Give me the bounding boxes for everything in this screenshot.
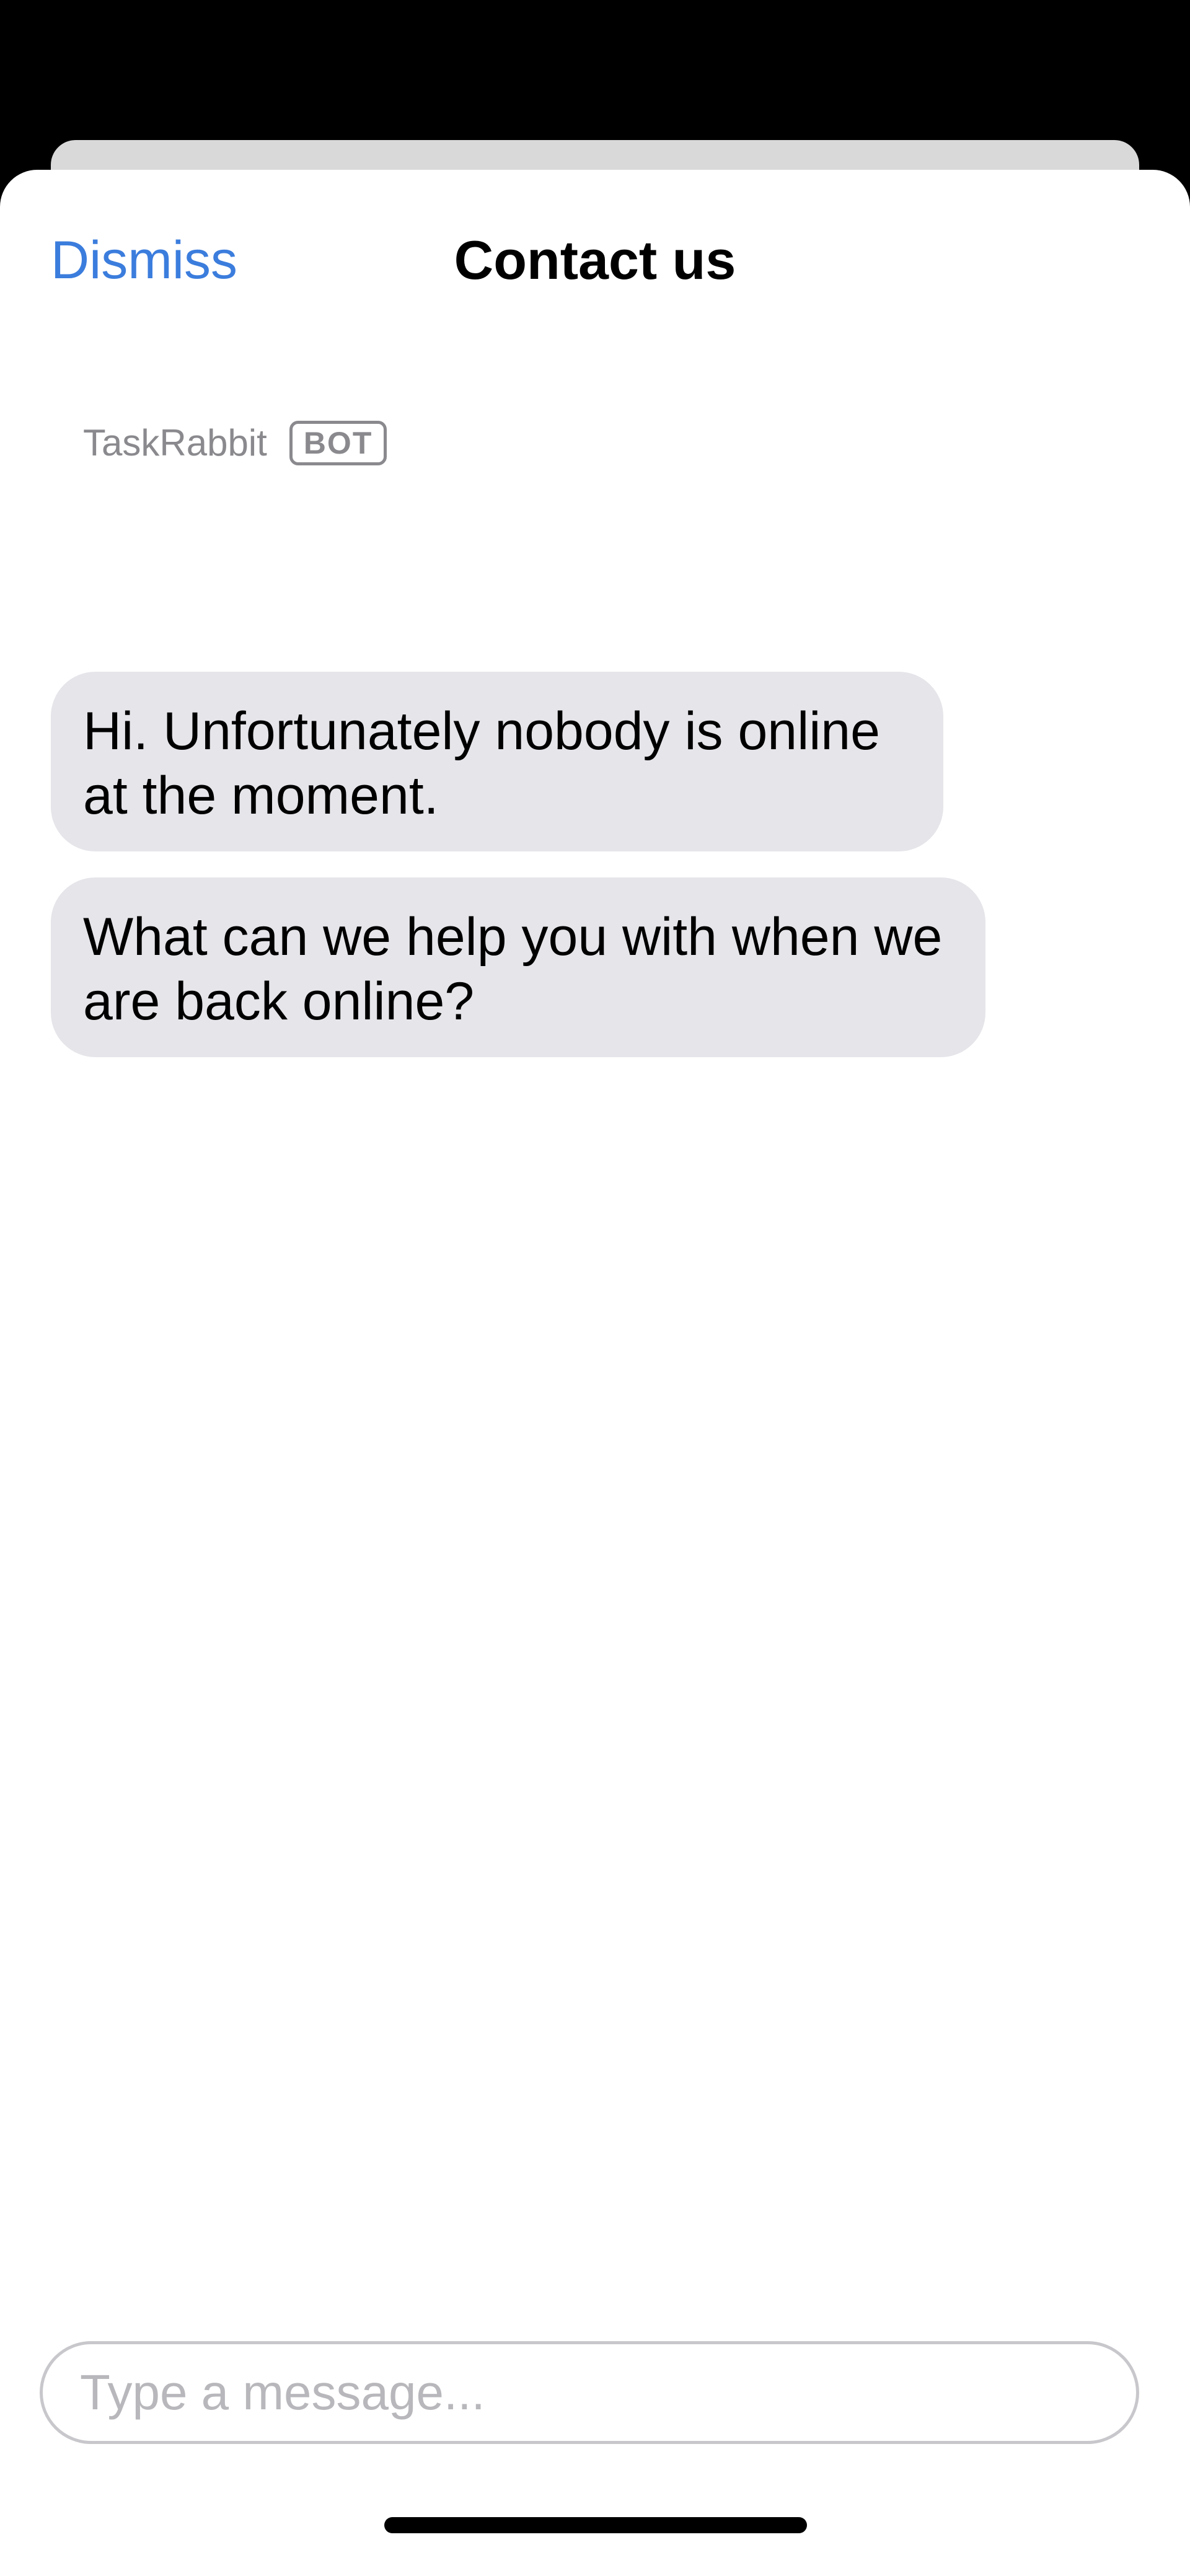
message-input[interactable] [80, 2364, 1136, 2421]
message-bubble: What can we help you with when we are ba… [51, 877, 985, 1057]
page-title: Contact us [454, 229, 736, 291]
sender-name: TaskRabbit [83, 422, 267, 464]
home-indicator [384, 2517, 807, 2533]
bot-badge: BOT [289, 421, 387, 465]
contact-us-sheet: Dismiss Contact us TaskRabbit BOT Hi. Un… [0, 170, 1190, 2576]
sender-row: TaskRabbit BOT [83, 418, 387, 468]
message-composer[interactable] [40, 2341, 1139, 2444]
navigation-bar: Dismiss Contact us [0, 170, 1190, 349]
message-bubble: Hi. Unfortunately nobody is online at th… [51, 672, 943, 851]
